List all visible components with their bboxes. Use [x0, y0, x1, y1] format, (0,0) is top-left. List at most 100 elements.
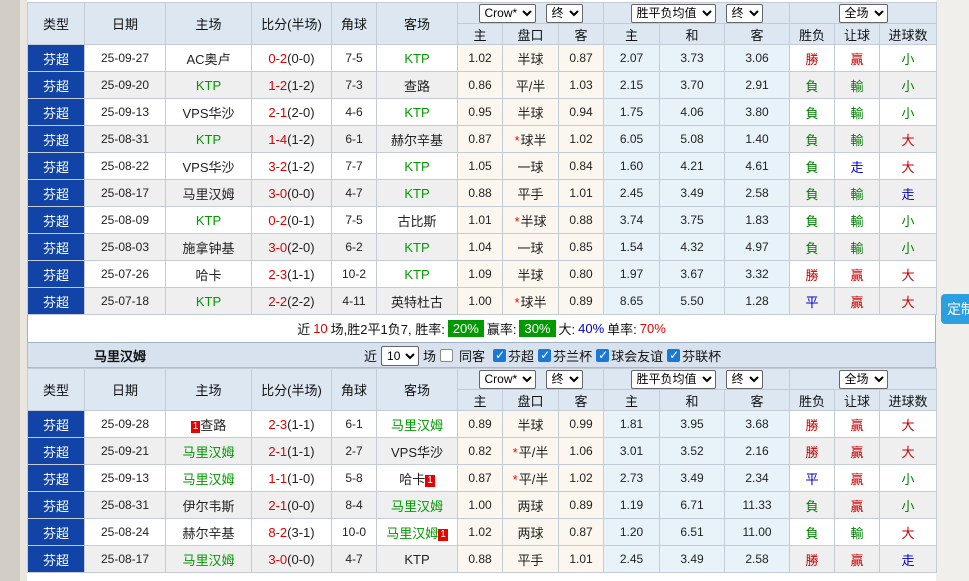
bookmaker-select-t1[interactable]: Crow*: [479, 4, 536, 23]
date-cell: 25-09-20: [85, 72, 166, 99]
avg-home-cell: 3.01: [604, 438, 660, 465]
avg-select-t1[interactable]: 胜平负均值: [631, 4, 716, 23]
goals-cell: 走: [880, 546, 937, 573]
avg-away-cell: 2.58: [725, 180, 790, 207]
avg-select-t2[interactable]: 胜平负均值: [631, 370, 716, 389]
avg-draw-cell: 3.49: [660, 180, 725, 207]
filter-checkbox[interactable]: [667, 349, 680, 362]
away-team-cell: KTP: [377, 234, 458, 261]
away-team-cell: 赫尔辛基: [377, 126, 458, 153]
league-cell: 芬超: [28, 288, 85, 315]
odds-home-cell: 0.89: [458, 411, 503, 438]
avg-home-cell: 2.45: [604, 546, 660, 573]
result-cell: 負: [790, 72, 835, 99]
avg-home-cell: 2.15: [604, 72, 660, 99]
table-row: 芬超25-08-17马里汉姆3-0(0-0)4-7KTP0.88平手1.012.…: [28, 546, 937, 573]
league-cell: 芬超: [28, 411, 85, 438]
col-header-score: 比分(半场): [252, 3, 332, 45]
halftime-score: (0-0): [287, 552, 314, 567]
star-mark: *: [514, 133, 519, 148]
goals-cell: 小: [880, 99, 937, 126]
games-count-select[interactable]: 10: [381, 346, 419, 366]
date-cell: 25-08-31: [85, 126, 166, 153]
corner-cell: 6-2: [332, 234, 377, 261]
avg-select-group: 胜平负均值终: [604, 369, 790, 390]
date-cell: 25-07-18: [85, 288, 166, 315]
avg-draw-cell: 4.21: [660, 153, 725, 180]
halftime-score: (1-2): [287, 78, 314, 93]
result-cell: 勝: [790, 261, 835, 288]
bookmaker-select-t2[interactable]: Crow*: [479, 370, 536, 389]
sub-header-goals: 进球数: [880, 390, 937, 411]
halftime-score: (0-1): [287, 213, 314, 228]
league-cell: 芬超: [28, 519, 85, 546]
odds-away-cell: 0.89: [559, 288, 604, 315]
odds-home-cell: 0.87: [458, 126, 503, 153]
odds-home-cell: 1.00: [458, 288, 503, 315]
final-select-t2[interactable]: 终: [546, 370, 583, 389]
goals-cell: 走: [880, 180, 937, 207]
odds-away-cell: 0.94: [559, 99, 604, 126]
filter-checkbox[interactable]: [538, 349, 551, 362]
sub-header-avg-draw: 和: [660, 24, 725, 45]
sub-header-avg-home: 主: [604, 24, 660, 45]
same-away-checkbox[interactable]: [440, 349, 453, 362]
away-team-cell: KTP: [377, 546, 458, 573]
handicap-cell: *球半: [503, 288, 559, 315]
score-cell: 1-4(1-2): [252, 126, 332, 153]
avg-away-cell: 4.97: [725, 234, 790, 261]
away-team-cell: KTP: [377, 261, 458, 288]
sub-header-result: 胜负: [790, 24, 835, 45]
select-wrap: 胜平负均值终: [604, 370, 789, 389]
filter-checkbox[interactable]: [596, 349, 609, 362]
filter-checkbox[interactable]: [493, 349, 506, 362]
handicap-cell: 半球: [503, 261, 559, 288]
fulltime-score: 2-1: [268, 444, 287, 459]
table-row: 芬超25-07-18KTP2-2(2-2)4-11英特杜古1.00*球半0.89…: [28, 288, 937, 315]
goals-cell: 小: [880, 72, 937, 99]
team-name: KTP: [196, 78, 221, 93]
table-row: 芬超25-09-13VPS华沙2-1(2-0)4-6KTP0.95半球0.941…: [28, 99, 937, 126]
goals-cell: 大: [880, 411, 937, 438]
final-select-t1[interactable]: 终: [546, 4, 583, 23]
final-select2-t2[interactable]: 终: [726, 370, 763, 389]
odds-away-cell: 0.99: [559, 411, 604, 438]
home-team-cell: VPS华沙: [166, 153, 252, 180]
competition-filters: 芬超芬兰杯球会友谊芬联杯: [489, 346, 721, 365]
date-cell: 25-08-17: [85, 180, 166, 207]
table-row: 芬超25-08-22VPS华沙3-2(1-2)7-7KTP1.05一球0.841…: [28, 153, 937, 180]
avg-draw-cell: 4.32: [660, 234, 725, 261]
date-cell: 25-09-13: [85, 465, 166, 492]
avg-draw-cell: 3.70: [660, 72, 725, 99]
league-cell: 芬超: [28, 45, 85, 72]
avg-home-cell: 1.19: [604, 492, 660, 519]
date-cell: 25-07-26: [85, 261, 166, 288]
avg-home-cell: 1.20: [604, 519, 660, 546]
summary-text: 近: [297, 319, 310, 338]
table-row: 芬超25-08-31KTP1-4(1-2)6-1赫尔辛基0.87*球半1.026…: [28, 126, 937, 153]
col-header-date: 日期: [85, 3, 166, 45]
avg-away-cell: 2.91: [725, 72, 790, 99]
same-away-label: 同客: [459, 346, 485, 365]
select-wrap: Crow* 终: [458, 370, 603, 389]
scope-select-t1[interactable]: 全场: [839, 4, 888, 23]
team-name: AC奥卢: [186, 52, 230, 67]
avg-draw-cell: 5.50: [660, 288, 725, 315]
scope-select-t2[interactable]: 全场: [839, 370, 888, 389]
corner-cell: 8-4: [332, 492, 377, 519]
away-team-cell: 古比斯: [377, 207, 458, 234]
home-team-cell: 马里汉姆: [166, 465, 252, 492]
home-team-cell: 哈卡: [166, 261, 252, 288]
sub-header-odds-away: 客: [559, 390, 604, 411]
home-team-cell: 伊尔韦斯: [166, 492, 252, 519]
odds-home-cell: 1.00: [458, 492, 503, 519]
star-mark: *: [514, 295, 519, 310]
avg-home-cell: 8.65: [604, 288, 660, 315]
final-select2-t1[interactable]: 终: [726, 4, 763, 23]
league-cell: 芬超: [28, 234, 85, 261]
handicap-cell: 半球: [503, 45, 559, 72]
table-row: 芬超25-08-03施拿钟基3-0(2-0)6-2KTP1.04一球0.851.…: [28, 234, 937, 261]
customize-button[interactable]: 定制: [941, 294, 969, 324]
select-wrap: 胜平负均值终: [604, 4, 789, 23]
avg-away-cell: 1.83: [725, 207, 790, 234]
